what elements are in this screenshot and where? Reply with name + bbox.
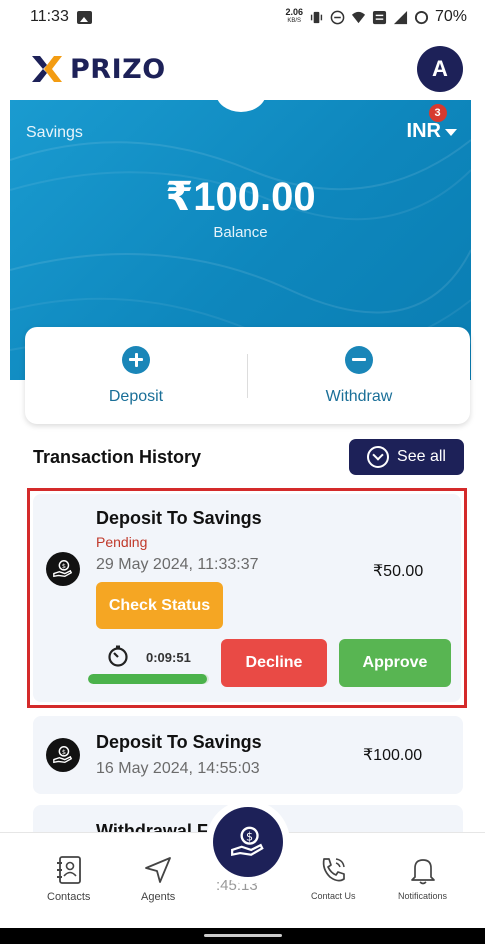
nav-agents-label: Agents: [141, 891, 176, 903]
currency-selector[interactable]: INR 3: [406, 104, 457, 143]
withdraw-label: Withdraw: [325, 387, 393, 405]
money-transfer-fab[interactable]: $: [213, 807, 283, 877]
transaction-date: 16 May 2024, 14:55:03: [96, 760, 260, 777]
phone-call-icon: [323, 858, 346, 882]
do-not-disturb-icon: [330, 10, 345, 24]
home-indicator[interactable]: [204, 934, 282, 937]
balance-label: Balance: [213, 224, 268, 241]
see-all-button[interactable]: See all: [349, 439, 464, 475]
transaction-amount: ₹100.00: [363, 747, 423, 764]
money-bag-hand-icon: $: [231, 826, 264, 857]
send-arrow-icon: [145, 857, 172, 883]
nav-contacts-label: Contacts: [47, 891, 91, 903]
signal-icon: [393, 10, 408, 24]
user-avatar[interactable]: A: [417, 46, 463, 92]
deposit-withdraw-card: Deposit Withdraw: [25, 327, 470, 424]
nav-contact-us-label: Contact Us: [311, 891, 356, 901]
contacts-book-icon: [56, 856, 81, 884]
volte-icon: [372, 10, 387, 24]
notification-badge: 3: [428, 104, 447, 122]
nav-contacts[interactable]: Contacts: [47, 855, 90, 903]
battery-percent: 70%: [434, 8, 467, 25]
svg-text:$: $: [62, 748, 66, 756]
chevron-down-circle-icon: [367, 446, 390, 468]
gallery-notification-icon: [76, 10, 92, 24]
balance-amount: ₹100.00: [165, 175, 316, 219]
transaction-history-title: Transaction History: [33, 447, 202, 467]
system-gesture-bar: [0, 928, 485, 944]
withdraw-button[interactable]: Withdraw: [248, 345, 470, 406]
chevron-down-icon: [445, 129, 457, 136]
nav-notifications[interactable]: Notifications: [398, 855, 447, 901]
transaction-item[interactable]: $ Deposit To Savings 16 May 2024, 14:55:…: [33, 716, 463, 794]
transaction-title: Deposit To Savings: [96, 732, 262, 752]
wifi-icon: [351, 11, 366, 23]
svg-text:$: $: [246, 830, 253, 843]
nav-contact-us[interactable]: Contact Us: [311, 855, 356, 901]
bell-icon: [410, 859, 435, 885]
status-left: 11:33: [30, 8, 92, 26]
network-speed: 2.06 KB/S: [285, 7, 303, 25]
deposit-label: Deposit: [108, 387, 164, 405]
battery-icon: [414, 10, 429, 24]
app-header: PRIZO A: [0, 40, 485, 98]
see-all-label: See all: [397, 448, 446, 465]
account-type-label: Savings: [26, 124, 83, 141]
partial-timestamp: :45:13: [216, 877, 258, 894]
status-time: 11:33: [30, 8, 69, 25]
status-right: 2.06 KB/S 70%: [285, 8, 467, 26]
minus-circle-icon: [345, 345, 373, 374]
vibrate-icon: [310, 11, 323, 23]
prizo-logo[interactable]: PRIZO: [30, 54, 166, 85]
currency-code: INR: [406, 120, 441, 142]
status-bar: 11:33 2.06 KB/S 70%: [0, 0, 485, 34]
nav-agents[interactable]: Agents: [141, 855, 175, 903]
plus-circle-icon: [122, 345, 150, 374]
money-bag-hand-icon: $: [46, 738, 80, 772]
deposit-button[interactable]: Deposit: [25, 345, 247, 406]
nav-notifications-label: Notifications: [398, 891, 448, 901]
highlight-frame: [27, 488, 467, 708]
prizo-logo-icon: [32, 56, 62, 82]
logo-text: PRIZO: [70, 53, 166, 85]
